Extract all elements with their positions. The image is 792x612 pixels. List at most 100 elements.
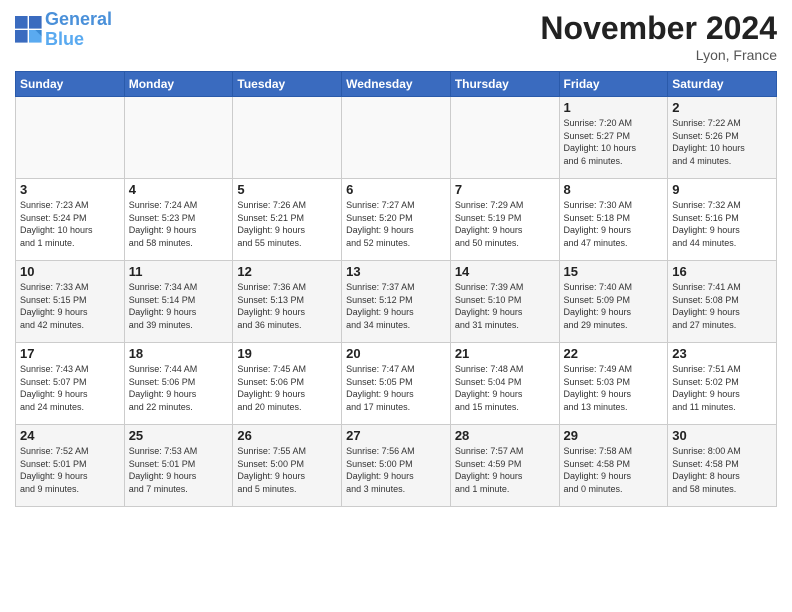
title-area: November 2024 Lyon, France [540,10,777,63]
day-info: Sunrise: 7:26 AM Sunset: 5:21 PM Dayligh… [237,199,337,249]
calendar-cell: 29Sunrise: 7:58 AM Sunset: 4:58 PM Dayli… [559,425,668,507]
day-info: Sunrise: 8:00 AM Sunset: 4:58 PM Dayligh… [672,445,772,495]
calendar-cell: 26 Sunrise: 7:55 AM Sunset: 5:00 PM Dayli… [233,425,342,507]
day-number: 23 [672,346,772,361]
day-number: 24 [20,428,120,443]
calendar-cell: 28 Sunrise: 7:57 AM Sunset: 4:59 PM Dayli… [450,425,559,507]
day-info: Sunrise: 7:32 AM Sunset: 5:16 PM Dayligh… [672,199,772,249]
calendar-header-row: Sunday Monday Tuesday Wednesday Thursday… [16,72,777,97]
day-number: 26 [237,428,337,443]
day-info: Sunrise: 7:27 AM Sunset: 5:20 PM Dayligh… [346,199,446,249]
location: Lyon, France [540,47,777,63]
calendar-cell: 16Sunrise: 7:41 AM Sunset: 5:08 PM Dayli… [668,261,777,343]
page-header: General Blue November 2024 Lyon, France [15,10,777,63]
day-info: Sunrise: 7:45 AM Sunset: 5:06 PM Dayligh… [237,363,337,413]
calendar-cell: 22 Sunrise: 7:49 AM Sunset: 5:03 PM Dayli… [559,343,668,425]
logo: General Blue [15,10,112,50]
day-info: Sunrise: 7:20 AM Sunset: 5:27 PM Dayligh… [564,117,664,167]
calendar-cell: 30 Sunrise: 8:00 AM Sunset: 4:58 PM Dayli… [668,425,777,507]
day-info: Sunrise: 7:43 AM Sunset: 5:07 PM Dayligh… [20,363,120,413]
day-number: 13 [346,264,446,279]
calendar-cell: 11 Sunrise: 7:34 AM Sunset: 5:14 PM Dayli… [124,261,233,343]
calendar-cell: 27 Sunrise: 7:56 AM Sunset: 5:00 PM Dayli… [342,425,451,507]
day-number: 27 [346,428,446,443]
day-number: 10 [20,264,120,279]
day-number: 29 [564,428,664,443]
col-friday: Friday [559,72,668,97]
day-number: 15 [564,264,664,279]
calendar-week-2: 10 Sunrise: 7:33 AM Sunset: 5:15 PM Dayli… [16,261,777,343]
calendar-cell: 24 Sunrise: 7:52 AM Sunset: 5:01 PM Dayli… [16,425,125,507]
calendar-cell [342,97,451,179]
day-number: 19 [237,346,337,361]
day-info: Sunrise: 7:29 AM Sunset: 5:19 PM Dayligh… [455,199,555,249]
col-monday: Monday [124,72,233,97]
calendar-week-4: 24 Sunrise: 7:52 AM Sunset: 5:01 PM Dayli… [16,425,777,507]
day-info: Sunrise: 7:30 AM Sunset: 5:18 PM Dayligh… [564,199,664,249]
calendar-cell: 15 Sunrise: 7:40 AM Sunset: 5:09 PM Dayli… [559,261,668,343]
col-saturday: Saturday [668,72,777,97]
day-number: 18 [129,346,229,361]
day-number: 17 [20,346,120,361]
month-title: November 2024 [540,10,777,47]
calendar-cell: 8 Sunrise: 7:30 AM Sunset: 5:18 PM Daylig… [559,179,668,261]
col-thursday: Thursday [450,72,559,97]
calendar-cell: 9 Sunrise: 7:32 AM Sunset: 5:16 PM Daylig… [668,179,777,261]
day-number: 28 [455,428,555,443]
day-number: 8 [564,182,664,197]
day-info: Sunrise: 7:23 AM Sunset: 5:24 PM Dayligh… [20,199,120,249]
day-number: 3 [20,182,120,197]
col-wednesday: Wednesday [342,72,451,97]
calendar-cell: 18 Sunrise: 7:44 AM Sunset: 5:06 PM Dayli… [124,343,233,425]
day-info: Sunrise: 7:49 AM Sunset: 5:03 PM Dayligh… [564,363,664,413]
day-number: 11 [129,264,229,279]
day-info: Sunrise: 7:41 AM Sunset: 5:08 PM Dayligh… [672,281,772,331]
day-info: Sunrise: 7:39 AM Sunset: 5:10 PM Dayligh… [455,281,555,331]
day-number: 21 [455,346,555,361]
calendar-cell: 14 Sunrise: 7:39 AM Sunset: 5:10 PM Dayli… [450,261,559,343]
day-info: Sunrise: 7:53 AM Sunset: 5:01 PM Dayligh… [129,445,229,495]
day-info: Sunrise: 7:37 AM Sunset: 5:12 PM Dayligh… [346,281,446,331]
calendar-cell: 1 Sunrise: 7:20 AM Sunset: 5:27 PM Daylig… [559,97,668,179]
day-info: Sunrise: 7:48 AM Sunset: 5:04 PM Dayligh… [455,363,555,413]
calendar-cell: 25 Sunrise: 7:53 AM Sunset: 5:01 PM Dayli… [124,425,233,507]
calendar-cell: 10 Sunrise: 7:33 AM Sunset: 5:15 PM Dayli… [16,261,125,343]
day-info: Sunrise: 7:57 AM Sunset: 4:59 PM Dayligh… [455,445,555,495]
day-number: 2 [672,100,772,115]
day-info: Sunrise: 7:47 AM Sunset: 5:05 PM Dayligh… [346,363,446,413]
calendar-cell [450,97,559,179]
day-info: Sunrise: 7:56 AM Sunset: 5:00 PM Dayligh… [346,445,446,495]
calendar-cell: 21 Sunrise: 7:48 AM Sunset: 5:04 PM Dayli… [450,343,559,425]
calendar-cell: 7Sunrise: 7:29 AM Sunset: 5:19 PM Daylig… [450,179,559,261]
day-info: Sunrise: 7:24 AM Sunset: 5:23 PM Dayligh… [129,199,229,249]
calendar-cell [16,97,125,179]
day-number: 22 [564,346,664,361]
day-info: Sunrise: 7:55 AM Sunset: 5:00 PM Dayligh… [237,445,337,495]
calendar-cell: 20Sunrise: 7:47 AM Sunset: 5:05 PM Dayli… [342,343,451,425]
day-number: 14 [455,264,555,279]
calendar-cell [124,97,233,179]
day-info: Sunrise: 7:52 AM Sunset: 5:01 PM Dayligh… [20,445,120,495]
day-number: 4 [129,182,229,197]
day-info: Sunrise: 7:34 AM Sunset: 5:14 PM Dayligh… [129,281,229,331]
calendar-cell: 17 Sunrise: 7:43 AM Sunset: 5:07 PM Dayli… [16,343,125,425]
calendar-cell: 3 Sunrise: 7:23 AM Sunset: 5:24 PM Daylig… [16,179,125,261]
calendar-week-1: 3 Sunrise: 7:23 AM Sunset: 5:24 PM Daylig… [16,179,777,261]
day-info: Sunrise: 7:22 AM Sunset: 5:26 PM Dayligh… [672,117,772,167]
day-info: Sunrise: 7:40 AM Sunset: 5:09 PM Dayligh… [564,281,664,331]
day-number: 9 [672,182,772,197]
day-number: 30 [672,428,772,443]
day-info: Sunrise: 7:33 AM Sunset: 5:15 PM Dayligh… [20,281,120,331]
calendar-cell: 19 Sunrise: 7:45 AM Sunset: 5:06 PM Dayli… [233,343,342,425]
day-number: 1 [564,100,664,115]
calendar-week-0: 1 Sunrise: 7:20 AM Sunset: 5:27 PM Daylig… [16,97,777,179]
calendar-cell: 6Sunrise: 7:27 AM Sunset: 5:20 PM Daylig… [342,179,451,261]
calendar-cell: 23Sunrise: 7:51 AM Sunset: 5:02 PM Dayli… [668,343,777,425]
calendar-cell: 5 Sunrise: 7:26 AM Sunset: 5:21 PM Daylig… [233,179,342,261]
day-number: 25 [129,428,229,443]
day-number: 5 [237,182,337,197]
day-info: Sunrise: 7:44 AM Sunset: 5:06 PM Dayligh… [129,363,229,413]
calendar: Sunday Monday Tuesday Wednesday Thursday… [15,71,777,507]
calendar-cell: 2 Sunrise: 7:22 AM Sunset: 5:26 PM Daylig… [668,97,777,179]
col-tuesday: Tuesday [233,72,342,97]
